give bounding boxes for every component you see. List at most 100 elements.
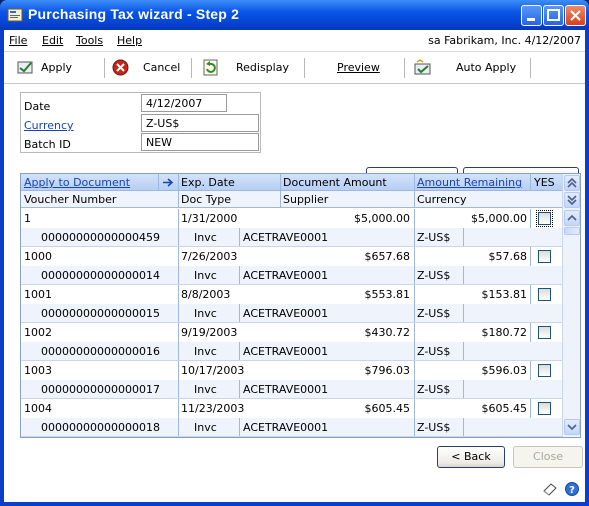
doc-type: Invc: [194, 231, 217, 244]
table-row[interactable]: 1002 9/19/2003 $430.72 $180.72: [21, 323, 562, 342]
column-divider: [178, 399, 179, 418]
column-divider: [414, 266, 415, 285]
cancel-icon: [112, 59, 129, 76]
help-icon[interactable]: ?: [565, 482, 579, 496]
exp-date: 1/31/2000: [181, 212, 238, 225]
yes-header: YES: [534, 176, 555, 189]
scroll-up-button[interactable]: [564, 175, 580, 191]
scroll-thumb[interactable]: [564, 227, 580, 235]
column-divider: [178, 323, 179, 342]
column-divider: [463, 342, 464, 361]
column-divider: [178, 418, 179, 437]
back-button[interactable]: < Back: [437, 446, 505, 468]
title-bar[interactable]: Purchasing Tax wizard - Step 2: [0, 0, 589, 30]
column-divider: [414, 361, 415, 380]
redisplay-button[interactable]: Redisplay: [236, 61, 289, 74]
column-divider: [178, 266, 179, 285]
column-divider: [178, 191, 179, 208]
column-divider: [178, 228, 179, 247]
document-number: 1000: [24, 250, 52, 263]
menu-edit[interactable]: Edit: [42, 34, 63, 47]
cancel-button[interactable]: Cancel: [143, 61, 180, 74]
table-row-detail[interactable]: 00000000000000016 Invc ACETRAVE0001 Z-US$: [21, 342, 562, 361]
user-company-date: sa Fabrikam, Inc. 4/12/2007: [428, 34, 581, 47]
batch-id-field[interactable]: NEW: [141, 133, 259, 151]
doc-type: Invc: [194, 345, 217, 358]
table-row[interactable]: 1 1/31/2000 $5,000.00 $5,000.00: [21, 209, 562, 228]
voucher-number: 00000000000000018: [41, 421, 160, 434]
table-row-detail[interactable]: 00000000000000459 Invc ACETRAVE0001 Z-US$: [21, 228, 562, 247]
currency: Z-US$: [417, 421, 451, 434]
document-amount-header: Document Amount: [283, 176, 387, 189]
document-amount: $796.03: [364, 364, 411, 377]
scroll-line-down-button[interactable]: [564, 419, 580, 435]
supplier: ACETRAVE0001: [243, 383, 329, 396]
yes-checkbox[interactable]: [538, 288, 551, 301]
maximize-button[interactable]: [543, 5, 564, 26]
toolbar: Apply Cancel Redisplay Preview Auto Appl…: [4, 52, 585, 84]
scroll-line-up-button[interactable]: [564, 210, 580, 226]
apply-button[interactable]: Apply: [41, 61, 72, 74]
preview-button[interactable]: Preview: [337, 61, 380, 74]
yes-checkbox[interactable]: [538, 402, 551, 415]
table-row-detail[interactable]: 00000000000000017 Invc ACETRAVE0001 Z-US$: [21, 380, 562, 399]
exp-date: 9/19/2003: [181, 326, 238, 339]
close-window-button[interactable]: [565, 5, 586, 26]
column-divider: [178, 247, 179, 266]
supplier: ACETRAVE0001: [243, 269, 329, 282]
auto-apply-button[interactable]: Auto Apply: [456, 61, 516, 74]
minimize-button[interactable]: [521, 5, 542, 26]
document-amount: $5,000.00: [354, 212, 410, 225]
document-amount: $553.81: [364, 288, 411, 301]
date-label: Date: [24, 100, 51, 113]
arrow-right-icon[interactable]: [162, 177, 174, 188]
currency-field[interactable]: Z-US$: [141, 114, 259, 132]
voucher-number: 00000000000000014: [41, 269, 160, 282]
exp-date: 10/17/2003: [181, 364, 245, 377]
note-icon[interactable]: [542, 482, 558, 496]
menu-help[interactable]: Help: [117, 34, 142, 47]
column-divider: [530, 323, 531, 342]
grid-header-row-2: Voucher Number Doc Type Supplier Currenc…: [21, 191, 562, 208]
yes-checkbox[interactable]: [538, 326, 551, 339]
currency: Z-US$: [417, 345, 451, 358]
table-row[interactable]: 1003 10/17/2003 $796.03 $596.03: [21, 361, 562, 380]
menu-tools[interactable]: Tools: [76, 34, 103, 47]
menu-file[interactable]: File: [9, 34, 27, 47]
apply-to-document-header[interactable]: Apply to Document: [24, 176, 130, 189]
close-button[interactable]: Close: [513, 446, 583, 468]
column-divider: [239, 228, 240, 247]
voucher-number: 00000000000000459: [41, 231, 160, 244]
amount-remaining-header[interactable]: Amount Remaining: [417, 176, 522, 189]
supplier: ACETRAVE0001: [243, 307, 329, 320]
grid-scrollbar[interactable]: [562, 174, 580, 437]
table-row-detail[interactable]: 00000000000000015 Invc ACETRAVE0001 Z-US$: [21, 304, 562, 323]
batch-id-label: Batch ID: [24, 138, 71, 151]
window-border-left: [0, 30, 4, 506]
window-border-bottom: [0, 502, 589, 506]
voucher-number: 00000000000000017: [41, 383, 160, 396]
table-row[interactable]: 1000 7/26/2003 $657.68 $57.68: [21, 247, 562, 266]
table-row[interactable]: 1001 8/8/2003 $553.81 $153.81: [21, 285, 562, 304]
yes-checkbox[interactable]: [536, 210, 553, 227]
yes-checkbox[interactable]: [538, 250, 551, 263]
documents-grid: Apply to Document Exp. Date Document Amo…: [20, 173, 581, 438]
document-number: 1001: [24, 288, 52, 301]
currency: Z-US$: [417, 383, 451, 396]
column-divider: [463, 380, 464, 399]
table-row[interactable]: 1004 11/23/2003 $605.45 $605.45: [21, 399, 562, 418]
table-row-detail[interactable]: 00000000000000014 Invc ACETRAVE0001 Z-US$: [21, 266, 562, 285]
column-divider: [463, 418, 464, 437]
voucher-number-header: Voucher Number: [24, 193, 117, 206]
apply-icon: [17, 61, 33, 74]
scroll-down-page-button[interactable]: [564, 192, 580, 208]
table-row-detail[interactable]: 00000000000000018 Invc ACETRAVE0001 Z-US$: [21, 418, 562, 437]
yes-checkbox[interactable]: [538, 364, 551, 377]
currency-link[interactable]: Currency: [24, 119, 74, 132]
exp-date: 8/8/2003: [181, 288, 231, 301]
date-field[interactable]: 4/12/2007: [141, 94, 227, 112]
exp-date: 11/23/2003: [181, 402, 245, 415]
column-divider: [463, 304, 464, 323]
toolbar-separator: [104, 58, 105, 78]
column-divider: [178, 285, 179, 304]
